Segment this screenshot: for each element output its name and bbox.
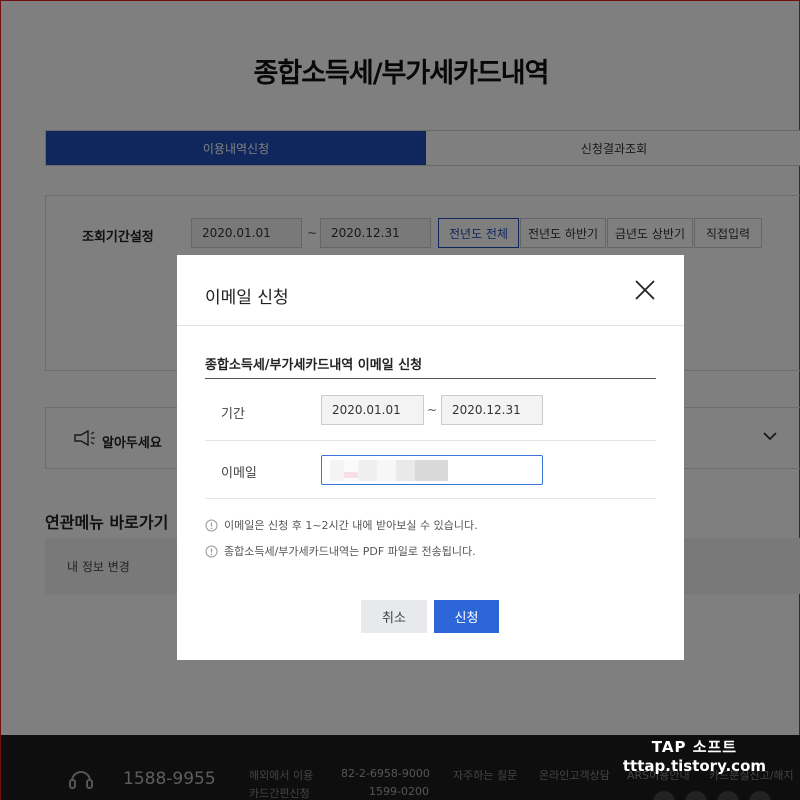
email-request-dialog: 이메일 신청 종합소득세/부가세카드내역 이메일 신청 기간 2020.01.0… bbox=[177, 255, 684, 660]
dialog-start-date: 2020.01.01 bbox=[321, 395, 424, 425]
apply-button[interactable]: 신청 bbox=[434, 600, 499, 633]
info-line: 이메일은 신청 후 1~2시간 내에 받아보실 수 있습니다. bbox=[205, 517, 478, 533]
row-divider bbox=[205, 498, 656, 499]
email-input[interactable] bbox=[321, 455, 543, 485]
info-line: 종합소득세/부가세카드내역는 PDF 파일로 전송됩니다. bbox=[205, 543, 476, 559]
row-divider bbox=[205, 440, 656, 441]
email-label: 이메일 bbox=[221, 466, 257, 481]
info-icon bbox=[205, 519, 218, 531]
dialog-section-title: 종합소득세/부가세카드내역 이메일 신청 bbox=[205, 358, 423, 373]
dialog-header: 이메일 신청 bbox=[177, 255, 684, 326]
watermark-line1: TAP 소프트 bbox=[651, 738, 738, 756]
period-label: 기간 bbox=[221, 407, 245, 422]
watermark-line2: tttap.tistory.com bbox=[622, 757, 766, 775]
dialog-end-date: 2020.12.31 bbox=[441, 395, 543, 425]
info-text-delivery-time: 이메일은 신청 후 1~2시간 내에 받아보실 수 있습니다. bbox=[224, 519, 478, 532]
dialog-date-separator: ~ bbox=[427, 403, 438, 417]
info-icon bbox=[205, 545, 218, 557]
watermark: TAP 소프트 tttap.tistory.com bbox=[623, 736, 766, 775]
close-icon[interactable] bbox=[634, 279, 656, 301]
redacted-email bbox=[330, 460, 448, 481]
section-divider bbox=[205, 378, 656, 379]
cancel-button[interactable]: 취소 bbox=[361, 600, 427, 633]
watermark-layer: TAP 소프트 tttap.tistory.com bbox=[0, 734, 800, 800]
info-text-pdf: 종합소득세/부가세카드내역는 PDF 파일로 전송됩니다. bbox=[224, 545, 476, 558]
dialog-title: 이메일 신청 bbox=[205, 288, 289, 308]
